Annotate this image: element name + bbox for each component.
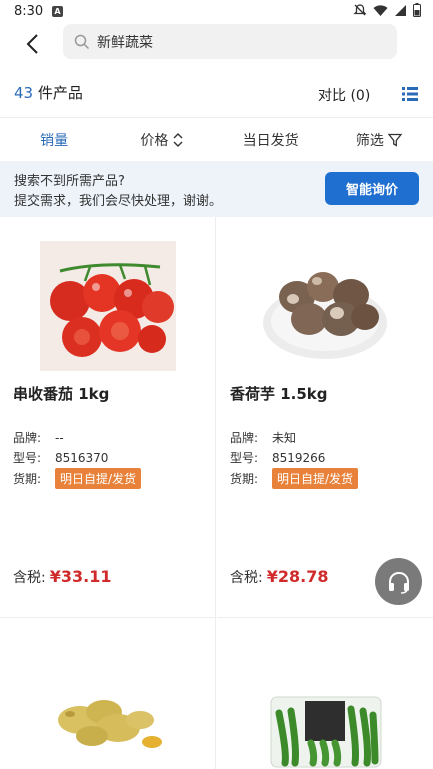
model-row: 型号: 8516370 <box>13 449 108 466</box>
cherry-tomato-image <box>40 241 176 371</box>
okra-image <box>257 693 393 769</box>
sort-same-day[interactable]: 当日发货 <box>217 118 325 161</box>
sort-same-day-label: 当日发货 <box>242 132 299 149</box>
status-bar: 8:30 A <box>0 0 433 24</box>
smart-inquiry-button[interactable]: 智能询价 <box>325 172 419 205</box>
price-value: ¥33.11 <box>49 567 112 586</box>
brand-value: 未知 <box>272 431 297 445</box>
header <box>0 24 433 76</box>
status-icons <box>353 3 421 17</box>
wifi-icon <box>373 4 388 16</box>
brand-label: 品牌: <box>230 431 259 445</box>
price-row: 含税: ¥28.78 <box>230 567 328 587</box>
result-count-suffix: 件产品 <box>33 84 83 102</box>
delivery-row: 货期: 明日自提/发货 <box>13 468 142 489</box>
status-time: 8:30 <box>14 4 44 19</box>
compare-button[interactable]: 对比 (0) <box>318 85 370 105</box>
model-label: 型号: <box>230 451 259 465</box>
model-value: 8519266 <box>272 451 326 465</box>
product-card[interactable] <box>217 617 433 769</box>
search-input[interactable] <box>97 33 377 50</box>
results-row: 43 件产品 对比 (0) <box>0 76 433 116</box>
back-arrow-icon[interactable] <box>20 30 48 58</box>
sort-price[interactable]: 价格 <box>108 118 216 161</box>
result-count: 43 件产品 <box>14 82 83 103</box>
search-box[interactable] <box>63 24 397 59</box>
product-name: 香荷芋 1.5kg <box>230 385 328 403</box>
brand-row: 品牌: 未知 <box>230 429 296 446</box>
notification-icon: A <box>52 6 63 17</box>
mute-icon <box>353 4 367 16</box>
delivery-row: 货期: 明日自提/发货 <box>230 468 359 489</box>
inquiry-banner: 搜索不到所需产品? 提交需求，我们会尽快处理，谢谢。 智能询价 <box>0 161 433 217</box>
battery-icon <box>413 3 421 17</box>
sort-sales[interactable]: 销量 <box>0 118 108 161</box>
brand-value: -- <box>55 431 64 445</box>
product-name: 串收番茄 1kg <box>13 385 110 403</box>
model-row: 型号: 8519266 <box>230 449 325 466</box>
search-icon <box>74 34 90 49</box>
delivery-badge: 明日自提/发货 <box>55 468 142 489</box>
price-label: 含税: <box>13 570 46 586</box>
delivery-badge: 明日自提/发货 <box>272 468 359 489</box>
signal-icon <box>395 4 406 16</box>
price-label: 含税: <box>230 570 263 586</box>
screen: 8:30 A 43 件产品 对比 (0) <box>0 0 433 769</box>
taro-image <box>257 241 393 371</box>
filter-icon <box>387 133 402 147</box>
product-card[interactable]: 香荷芋 1.5kg 品牌: 未知 型号: 8519266 货期: 明日自提/发货 含税… <box>217 217 433 617</box>
brand-label: 品牌: <box>13 431 42 445</box>
customer-service-button[interactable] <box>375 558 422 605</box>
price-row: 含税: ¥33.11 <box>13 567 111 587</box>
model-label: 型号: <box>13 451 42 465</box>
inquiry-text-2: 提交需求，我们会尽快处理，谢谢。 <box>14 194 223 209</box>
model-value: 8516370 <box>55 451 109 465</box>
delivery-label: 货期: <box>230 472 259 486</box>
headphones-icon <box>388 571 409 594</box>
product-card[interactable] <box>0 617 216 769</box>
list-view-icon[interactable] <box>402 86 418 102</box>
sort-bar: 销量 价格 当日发货 筛选 <box>0 117 433 161</box>
price-value: ¥28.78 <box>266 567 329 586</box>
sort-updown-icon <box>173 132 183 147</box>
sort-sales-label: 销量 <box>40 132 69 149</box>
filter-button[interactable]: 筛选 <box>325 118 433 161</box>
brand-row: 品牌: -- <box>13 429 64 446</box>
sort-price-label: 价格 <box>140 132 169 149</box>
inquiry-text-1: 搜索不到所需产品? <box>14 174 125 189</box>
filter-label: 筛选 <box>355 132 384 149</box>
ginger-image <box>40 668 176 769</box>
product-card[interactable]: 串收番茄 1kg 品牌: -- 型号: 8516370 货期: 明日自提/发货 含税:… <box>0 217 216 617</box>
result-count-number: 43 <box>14 84 34 102</box>
product-grid: 串收番茄 1kg 品牌: -- 型号: 8516370 货期: 明日自提/发货 含税:… <box>0 217 433 769</box>
delivery-label: 货期: <box>13 472 42 486</box>
